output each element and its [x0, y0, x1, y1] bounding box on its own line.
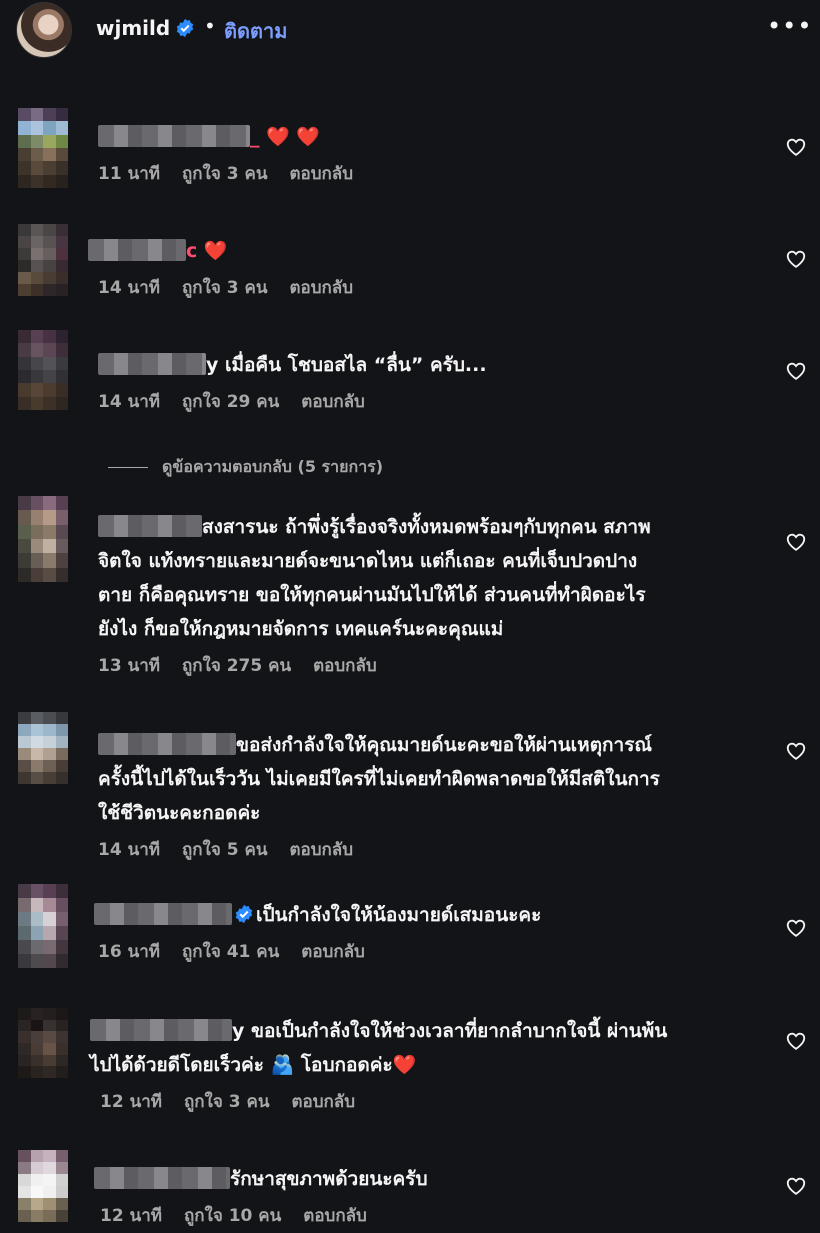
- comment-text: สงสารนะ ถ้าพึ่งรู้เรื่องจริงทั้งหมดพร้อม…: [98, 515, 651, 640]
- comment-body: c ❤️ 14 นาที ถูกใจ 3 คน ตอบกลับ: [88, 234, 758, 301]
- heart-outline-icon[interactable]: [785, 1175, 807, 1197]
- verified-badge-icon: [176, 18, 194, 38]
- follow-button[interactable]: ติดตาม: [224, 15, 287, 47]
- blurred-username[interactable]: [90, 1019, 232, 1041]
- comment-time: 16 นาที: [98, 942, 160, 962]
- post-header: wjmild • ติดตาม •••: [0, 0, 820, 58]
- comment-body: สงสารนะ ถ้าพึ่งรู้เรื่องจริงทั้งหมดพร้อม…: [98, 510, 768, 679]
- blurred-username[interactable]: [98, 733, 236, 755]
- comment-likes[interactable]: ถูกใจ 275 คน: [182, 652, 291, 679]
- blurred-username[interactable]: [98, 125, 250, 147]
- commenter-avatar[interactable]: [18, 496, 68, 582]
- comment-meta: 16 นาที ถูกใจ 41 คน ตอบกลับ: [98, 938, 764, 965]
- comment-meta: 14 นาที ถูกใจ 29 คน ตอบกลับ: [98, 388, 768, 415]
- commenter-avatar[interactable]: [18, 224, 68, 296]
- reply-button[interactable]: ตอบกลับ: [301, 388, 365, 415]
- heart-outline-icon[interactable]: [785, 917, 807, 939]
- reply-button[interactable]: ตอบกลับ: [289, 160, 353, 187]
- reply-button[interactable]: ตอบกลับ: [291, 1088, 355, 1115]
- comment-likes[interactable]: ถูกใจ 5 คน: [182, 836, 268, 863]
- commenter-avatar[interactable]: [18, 1150, 68, 1222]
- comment-time: 12 นาที: [100, 1206, 162, 1226]
- comment-likes[interactable]: ถูกใจ 41 คน: [182, 938, 279, 965]
- reply-button[interactable]: ตอบกลับ: [313, 652, 377, 679]
- comment-body: y ขอเป็นกำลังใจให้ช่วงเวลาที่ยากลำบากใจน…: [90, 1014, 760, 1115]
- reply-button[interactable]: ตอบกลับ: [289, 836, 353, 863]
- comment-body: รักษาสุขภาพด้วยนะครับ 12 นาที ถูกใจ 10 ค…: [94, 1162, 764, 1229]
- heart-outline-icon[interactable]: [785, 248, 807, 270]
- comment-likes[interactable]: ถูกใจ 3 คน: [184, 1088, 270, 1115]
- comment-time: 14 นาที: [98, 392, 160, 412]
- comment-text: y ขอเป็นกำลังใจให้ช่วงเวลาที่ยากลำบากใจน…: [90, 1019, 668, 1076]
- commenter-avatar[interactable]: [18, 884, 68, 968]
- comment-meta: 14 นาที ถูกใจ 3 คน ตอบกลับ: [98, 274, 758, 301]
- reply-button[interactable]: ตอบกลับ: [289, 274, 353, 301]
- replies-divider: [108, 467, 148, 468]
- reply-button[interactable]: ตอบกลับ: [303, 1202, 367, 1229]
- comment-meta: 14 นาที ถูกใจ 5 คน ตอบกลับ: [98, 836, 768, 863]
- comment-text: c ❤️: [88, 234, 758, 268]
- comment-body: เป็นกำลังใจให้น้องมายด์เสมอนะคะ 16 นาที …: [94, 898, 764, 965]
- profile-avatar[interactable]: [16, 2, 72, 58]
- heart-outline-icon[interactable]: [785, 136, 807, 158]
- verified-badge-icon: [235, 904, 253, 924]
- blurred-username[interactable]: [88, 239, 186, 261]
- comment-body: ขอส่งกำลังใจให้คุณมายด์นะคะขอให้ผ่านเหตุ…: [98, 728, 768, 863]
- commenter-avatar[interactable]: [18, 330, 68, 410]
- comment-likes[interactable]: ถูกใจ 3 คน: [182, 160, 268, 187]
- more-options-icon[interactable]: •••: [767, 12, 812, 40]
- comment-meta: 13 นาที ถูกใจ 275 คน ตอบกลับ: [98, 652, 768, 679]
- commenter-avatar[interactable]: [18, 108, 68, 188]
- comment-time: 14 นาที: [98, 840, 160, 860]
- comment-likes[interactable]: ถูกใจ 29 คน: [182, 388, 279, 415]
- comment-body: _ ❤️ ❤️ 11 นาที ถูกใจ 3 คน ตอบกลับ: [98, 120, 768, 187]
- commenter-avatar[interactable]: [18, 712, 68, 784]
- comment-text: ขอส่งกำลังใจให้คุณมายด์นะคะขอให้ผ่านเหตุ…: [98, 733, 660, 824]
- comment-likes[interactable]: ถูกใจ 3 คน: [182, 274, 268, 301]
- heart-outline-icon[interactable]: [785, 1030, 807, 1052]
- comment-time: 13 นาที: [98, 656, 160, 676]
- comment-likes[interactable]: ถูกใจ 10 คน: [184, 1202, 281, 1229]
- comment-body: y เมื่อคืน โชบอสไล “ลื่น” ครับ... 14 นาท…: [98, 348, 768, 415]
- comment-meta: 12 นาที ถูกใจ 10 คน ตอบกลับ: [100, 1202, 764, 1229]
- comment-time: 11 นาที: [98, 164, 160, 184]
- heart-outline-icon[interactable]: [785, 531, 807, 553]
- comment-text: _ ❤️ ❤️: [98, 120, 768, 154]
- view-replies-button[interactable]: ดูข้อความตอบกลับ (5 รายการ): [108, 455, 383, 480]
- comment-text: เป็นกำลังใจให้น้องมายด์เสมอนะคะ: [94, 898, 764, 932]
- view-replies-label: ดูข้อความตอบกลับ (5 รายการ): [162, 457, 384, 476]
- blurred-username[interactable]: [94, 903, 232, 925]
- heart-outline-icon[interactable]: [785, 360, 807, 382]
- blurred-username[interactable]: [98, 515, 202, 537]
- comment-text: รักษาสุขภาพด้วยนะครับ: [94, 1162, 764, 1196]
- commenter-avatar[interactable]: [18, 1008, 68, 1078]
- blurred-username[interactable]: [98, 353, 206, 375]
- username[interactable]: wjmild: [96, 16, 170, 40]
- comment-time: 14 นาที: [98, 278, 160, 298]
- separator-dot: •: [204, 14, 216, 38]
- comment-text: y เมื่อคืน โชบอสไล “ลื่น” ครับ...: [98, 348, 768, 382]
- heart-outline-icon[interactable]: [785, 740, 807, 762]
- reply-button[interactable]: ตอบกลับ: [301, 938, 365, 965]
- blurred-username[interactable]: [94, 1167, 230, 1189]
- comment-meta: 12 นาที ถูกใจ 3 คน ตอบกลับ: [100, 1088, 760, 1115]
- comment-meta: 11 นาที ถูกใจ 3 คน ตอบกลับ: [98, 160, 768, 187]
- comment-time: 12 นาที: [100, 1092, 162, 1112]
